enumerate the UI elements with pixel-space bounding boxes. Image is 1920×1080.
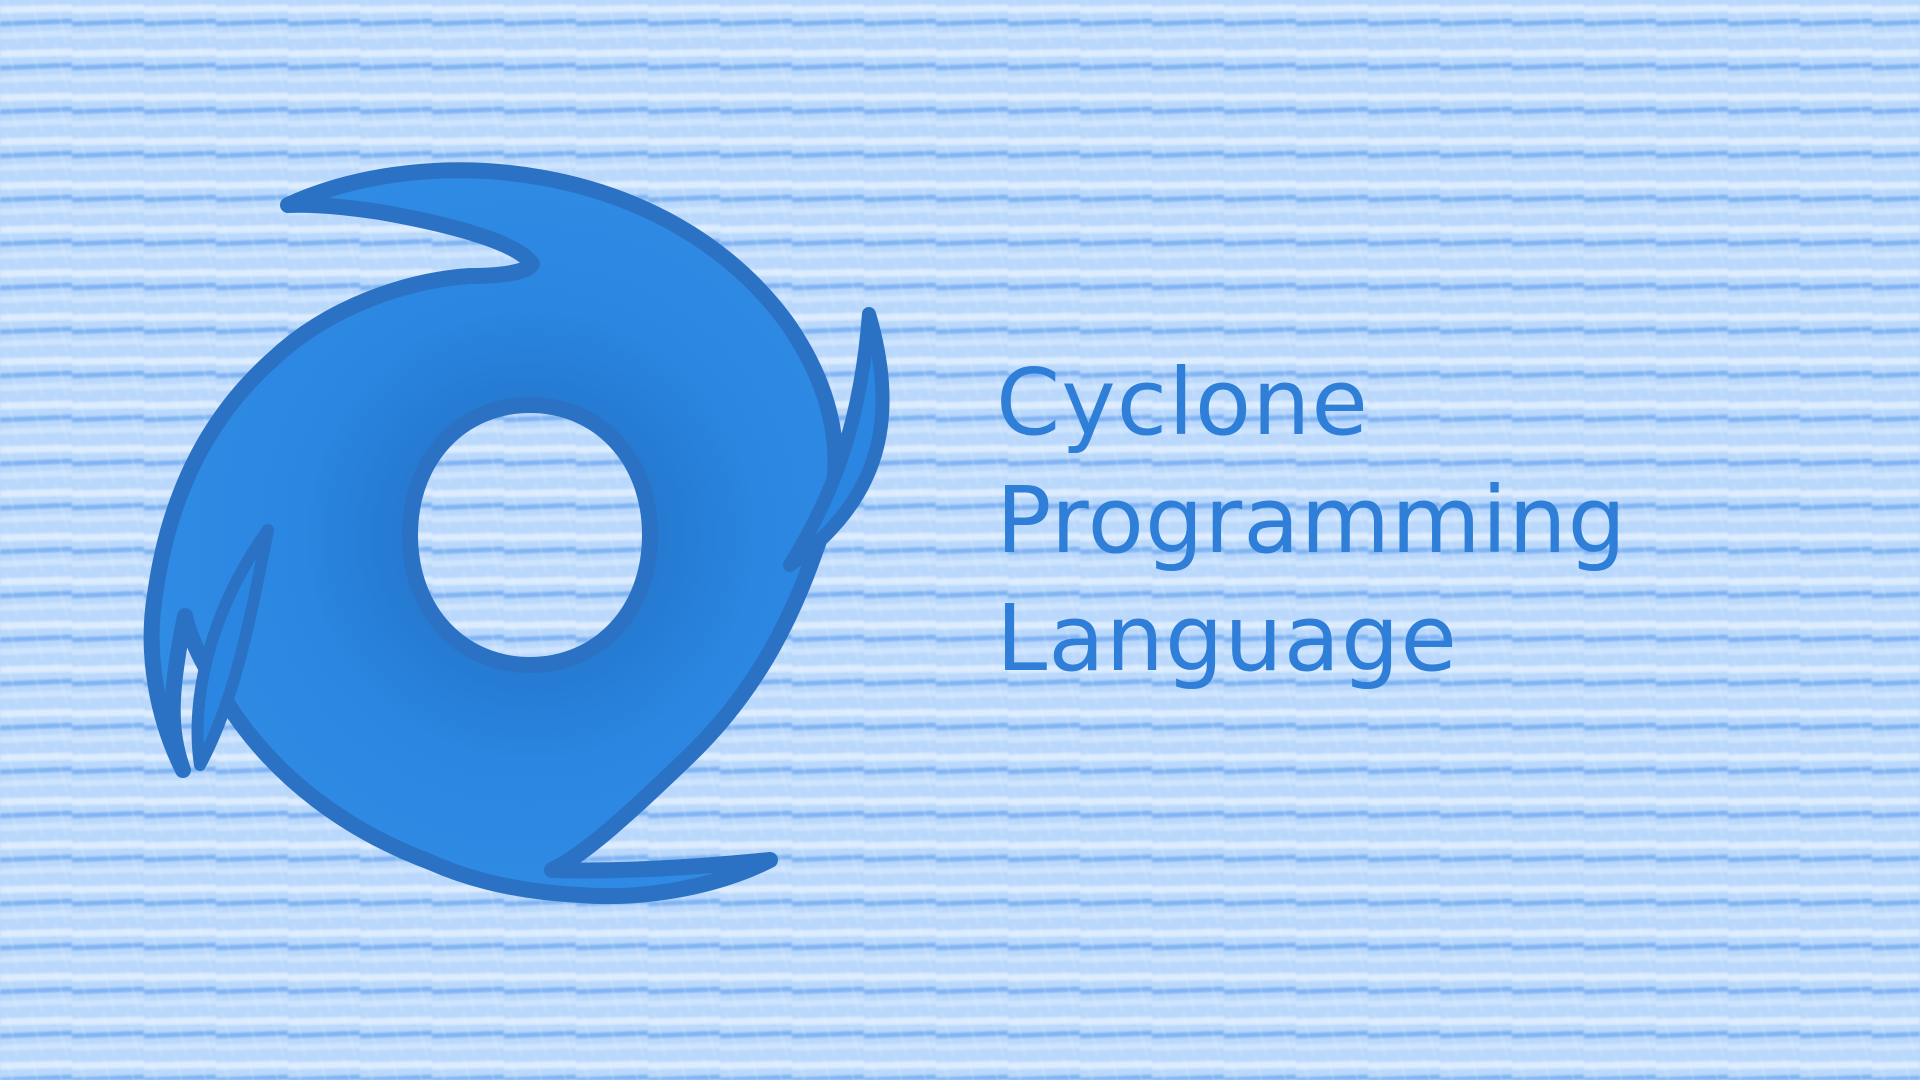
title-line-1: Cyclone — [996, 349, 1370, 456]
title-line-3: Language — [996, 585, 1459, 692]
title-block: Cyclone Programming Language — [996, 344, 1756, 698]
title-line-2: Programming — [996, 467, 1628, 574]
